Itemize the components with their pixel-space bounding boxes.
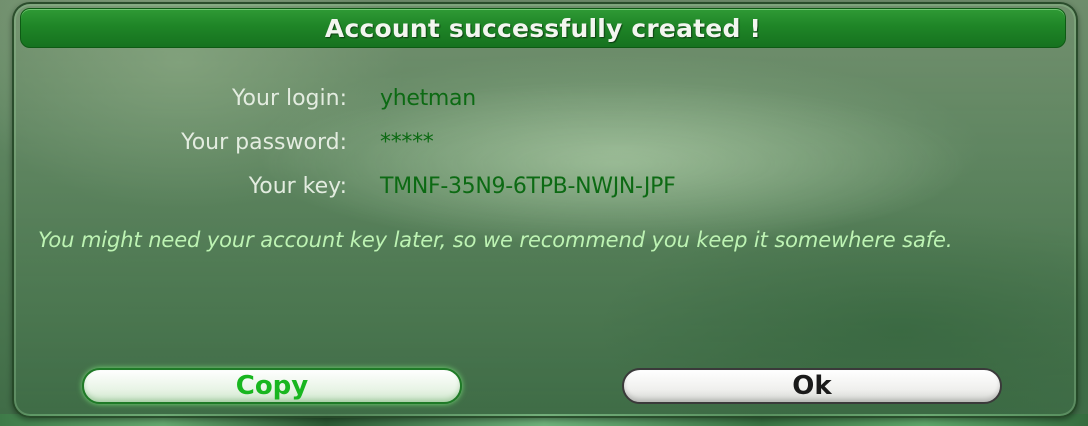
- copy-button-label: Copy: [235, 371, 309, 401]
- ok-button[interactable]: Ok: [622, 368, 1002, 404]
- key-label: Your key:: [248, 174, 347, 199]
- account-key-notice: You might need your account key later, s…: [38, 228, 953, 252]
- password-label: Your password:: [181, 130, 347, 155]
- account-created-dialog: [12, 2, 1078, 418]
- login-label: Your login:: [232, 86, 347, 111]
- password-value: *****: [380, 130, 434, 155]
- game-background: Account successfully created ! Your logi…: [0, 0, 1088, 426]
- copy-button[interactable]: Copy: [82, 368, 462, 404]
- ok-button-label: Ok: [792, 371, 832, 401]
- dialog-title: Account successfully created !: [324, 13, 762, 43]
- key-value: TMNF-35N9-6TPB-NWJN-JPF: [380, 174, 676, 199]
- login-value: yhetman: [380, 86, 476, 111]
- dialog-title-bar: Account successfully created !: [20, 8, 1066, 48]
